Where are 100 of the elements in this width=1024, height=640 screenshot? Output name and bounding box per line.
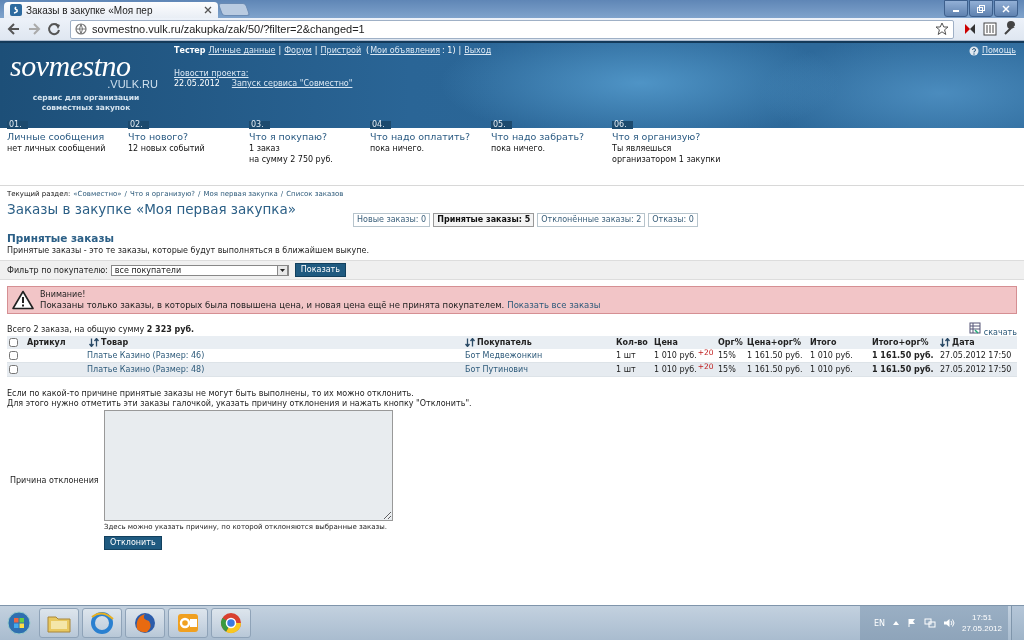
reload-icon[interactable] bbox=[46, 21, 62, 37]
news-item-link[interactable]: Запуск сервиса "Совместно" bbox=[231, 79, 353, 89]
spreadsheet-icon bbox=[968, 322, 981, 334]
help-icon[interactable] bbox=[968, 46, 979, 56]
nav-status: организатором 1 закупки bbox=[612, 154, 721, 165]
page-title: Заказы в закупке «Моя первая закупка» bbox=[7, 201, 297, 218]
nav-status: на сумму 2 750 руб. bbox=[249, 154, 333, 165]
buyer-select[interactable]: все покупатели bbox=[110, 264, 289, 276]
table-cell: 15% bbox=[718, 365, 736, 374]
site-favicon-icon bbox=[10, 4, 22, 16]
user-link[interactable]: Пристрой bbox=[320, 46, 362, 55]
table-cell: 1 161.50 руб. bbox=[872, 351, 934, 360]
warning-title: Внимание! bbox=[40, 289, 87, 300]
nav-status: 1 заказ bbox=[249, 143, 280, 154]
product-link[interactable]: Платье Казино (Размер: 46) bbox=[87, 351, 205, 360]
product-link[interactable]: Платье Казино (Размер: 48) bbox=[87, 365, 205, 374]
nav-link[interactable]: Что нового? bbox=[128, 131, 189, 143]
nav-status: нет личных сообщений bbox=[7, 143, 106, 154]
filter-tab[interactable]: Отказы: 0 bbox=[648, 213, 698, 227]
back-icon[interactable] bbox=[6, 21, 22, 37]
user-link[interactable]: Личные данные bbox=[208, 46, 276, 55]
table-cell: 1 010 руб. bbox=[810, 351, 853, 360]
column-header: Цена+орг% bbox=[747, 338, 801, 347]
column-header: Цена bbox=[654, 338, 678, 347]
nav-link[interactable]: Что надо оплатить? bbox=[370, 131, 471, 143]
taskbar-button[interactable] bbox=[82, 608, 122, 638]
filter-label: Фильтр по покупателю: bbox=[7, 265, 108, 275]
globe-icon bbox=[75, 23, 87, 35]
speaker-icon[interactable] bbox=[942, 618, 955, 628]
filter-tab[interactable]: Отклонённые заказы: 2 bbox=[537, 213, 646, 227]
nav-link[interactable]: Что надо забрать? bbox=[491, 131, 585, 143]
row-checkbox[interactable] bbox=[9, 365, 18, 374]
logo-text[interactable]: sovmestno bbox=[10, 53, 160, 79]
reason-field[interactable] bbox=[104, 410, 393, 521]
section-number: 04. bbox=[370, 121, 391, 129]
user-text: ( bbox=[366, 46, 370, 55]
instruction-text: Для этого нужно отметить эти заказы галочкой, указать причину отклонения и нажать кнопку "Отклонить". bbox=[7, 399, 473, 409]
address-bar[interactable]: sovmestno.vulk.ru/zakupka/zak/50/?filter=2&changed=1 bbox=[70, 19, 954, 39]
column-header: Итого bbox=[810, 338, 837, 347]
nav-status: пока ничего. bbox=[370, 143, 425, 154]
table-cell: 1 010 руб. bbox=[654, 351, 697, 360]
filter-tab[interactable]: Новые заказы: 0 bbox=[353, 213, 431, 227]
download-link[interactable]: скачать bbox=[983, 328, 1017, 337]
news-link[interactable]: Новости проекта: bbox=[174, 69, 492, 79]
nav-status: 12 новых событий bbox=[128, 143, 205, 154]
section-number: 05. bbox=[491, 121, 512, 129]
news-date: 22.05.2012 bbox=[174, 79, 220, 89]
taskbar-button[interactable] bbox=[125, 608, 165, 638]
section-number: 02. bbox=[128, 121, 149, 129]
user-link[interactable]: Выход bbox=[464, 46, 492, 55]
reason-label: Причина отклонения bbox=[9, 475, 100, 485]
select-all-checkbox[interactable] bbox=[9, 338, 18, 347]
help-link[interactable]: Помощь bbox=[981, 46, 1016, 55]
separator: | bbox=[458, 46, 462, 55]
caret-icon bbox=[276, 264, 288, 276]
show-button[interactable]: Показать bbox=[294, 263, 346, 277]
close-icon bbox=[1002, 4, 1010, 13]
globe-icon bbox=[88, 609, 116, 637]
reject-button[interactable]: Отклонить bbox=[104, 536, 162, 550]
up-arrow-icon[interactable] bbox=[891, 619, 900, 627]
table-cell: 1 161.50 руб. bbox=[872, 365, 934, 374]
buyer-link[interactable]: Бот Медвежонкин bbox=[465, 351, 543, 360]
show-all-link[interactable]: Показать все заказы bbox=[507, 300, 601, 311]
close-icon[interactable] bbox=[204, 6, 212, 14]
column-header: Итого+орг% bbox=[872, 338, 929, 347]
section-number: 01. bbox=[7, 121, 28, 129]
taskbar-button[interactable] bbox=[168, 608, 208, 638]
user-text: : 1) bbox=[442, 46, 456, 55]
table-cell: 27.05.2012 17:50 bbox=[940, 365, 1012, 374]
table-cell: 1 161.50 руб. bbox=[747, 365, 803, 374]
sort-icon[interactable] bbox=[89, 338, 99, 347]
nav-link[interactable]: Личные сообщения bbox=[7, 131, 105, 143]
warning-message: Показаны только заказы, в которых была повышена цена, и новая цена ещё не принята покупателем. bbox=[40, 300, 505, 311]
column-header: Орг% bbox=[718, 338, 743, 347]
section-description: Принятые заказы - это те заказы, которые будут выполняться в ближайшем выкупе. bbox=[7, 245, 370, 257]
table-cell: 1 161.50 руб. bbox=[747, 351, 803, 360]
column-header: Дата bbox=[952, 338, 975, 347]
user-name: Тестер bbox=[174, 46, 206, 55]
nav-link[interactable]: Что я организую? bbox=[612, 131, 701, 143]
sort-icon[interactable] bbox=[465, 338, 475, 347]
star-icon[interactable] bbox=[935, 22, 949, 36]
user-link[interactable]: Форум bbox=[284, 46, 312, 55]
maximize-button[interactable] bbox=[969, 0, 993, 17]
row-checkbox[interactable] bbox=[9, 351, 18, 360]
close-button[interactable] bbox=[994, 0, 1018, 17]
sort-icon[interactable] bbox=[940, 338, 950, 347]
taskbar-button[interactable] bbox=[211, 608, 251, 638]
minimize-button[interactable] bbox=[944, 0, 968, 17]
user-link[interactable]: Мои объявления bbox=[370, 46, 441, 55]
url-text: sovmestno.vulk.ru/zakupka/zak/50/?filter=2&changed=1 bbox=[92, 23, 366, 35]
orders-summary: Всего 2 заказа, на общую сумму 2 323 руб. bbox=[7, 325, 195, 334]
nav-status: Ты являешься bbox=[612, 143, 672, 154]
nav-link[interactable]: Что я покупаю? bbox=[249, 131, 328, 143]
column-header: Товар bbox=[101, 338, 129, 347]
windows-orb-icon bbox=[7, 611, 31, 635]
new-tab-button[interactable] bbox=[217, 3, 251, 16]
column-header: Кол-во bbox=[616, 338, 648, 347]
filter-tab[interactable]: Принятые заказы: 5 bbox=[433, 213, 535, 227]
section-heading: Принятые заказы bbox=[7, 231, 115, 245]
browser-tab[interactable]: Заказы в закупке «Моя пер bbox=[4, 2, 218, 18]
